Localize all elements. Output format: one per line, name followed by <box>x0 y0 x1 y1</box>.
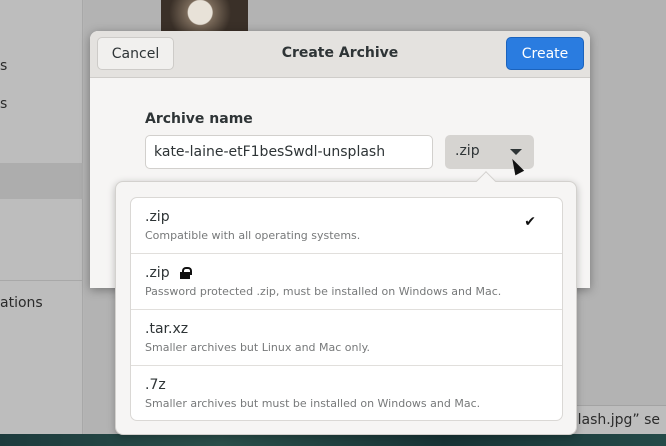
sidebar-item-selected[interactable] <box>0 163 83 199</box>
format-popover: .zip Compatible with all operating syste… <box>115 181 577 435</box>
sidebar: s s ations <box>0 0 83 434</box>
format-name: .zip <box>145 265 170 281</box>
desktop-background <box>0 434 666 446</box>
archive-name-input[interactable]: kate-laine-etF1besSwdl-unsplash <box>145 135 433 169</box>
format-name: .zip <box>145 209 170 225</box>
format-option-encrypted-zip[interactable]: .zip Password protected .zip, must be in… <box>131 254 562 310</box>
sidebar-divider <box>0 280 83 281</box>
sidebar-item-label: s <box>0 96 8 112</box>
sidebar-item[interactable]: ations <box>0 295 83 311</box>
format-name: .7z <box>145 377 166 393</box>
format-description: Smaller archives but must be installed o… <box>145 397 481 410</box>
format-list: .zip Compatible with all operating syste… <box>130 197 563 421</box>
lock-icon <box>179 267 192 279</box>
format-description: Smaller archives but Linux and Mac only. <box>145 341 371 354</box>
dropdown-arrow-icon <box>510 149 522 155</box>
sidebar-item-label: ations <box>0 295 43 311</box>
format-option-7z[interactable]: .7z Smaller archives but must be install… <box>131 366 562 420</box>
format-name: .tar.xz <box>145 321 189 337</box>
sidebar-item-label: s <box>0 58 8 74</box>
image-thumbnail[interactable] <box>161 0 248 31</box>
create-button[interactable]: Create <box>506 37 584 70</box>
archive-name-label: Archive name <box>145 111 253 127</box>
checkmark-icon: ✔ <box>524 214 536 230</box>
format-option-tar-xz[interactable]: .tar.xz Smaller archives but Linux and M… <box>131 310 562 366</box>
sidebar-item[interactable]: s <box>0 96 83 112</box>
format-selected: .zip <box>455 143 480 159</box>
format-option-zip[interactable]: .zip Compatible with all operating syste… <box>131 198 562 254</box>
dialog-header: Cancel Create Archive Create <box>90 31 590 78</box>
format-description: Compatible with all operating systems. <box>145 229 361 242</box>
sidebar-item[interactable]: s <box>0 58 83 74</box>
format-description: Password protected .zip, must be install… <box>145 285 502 298</box>
